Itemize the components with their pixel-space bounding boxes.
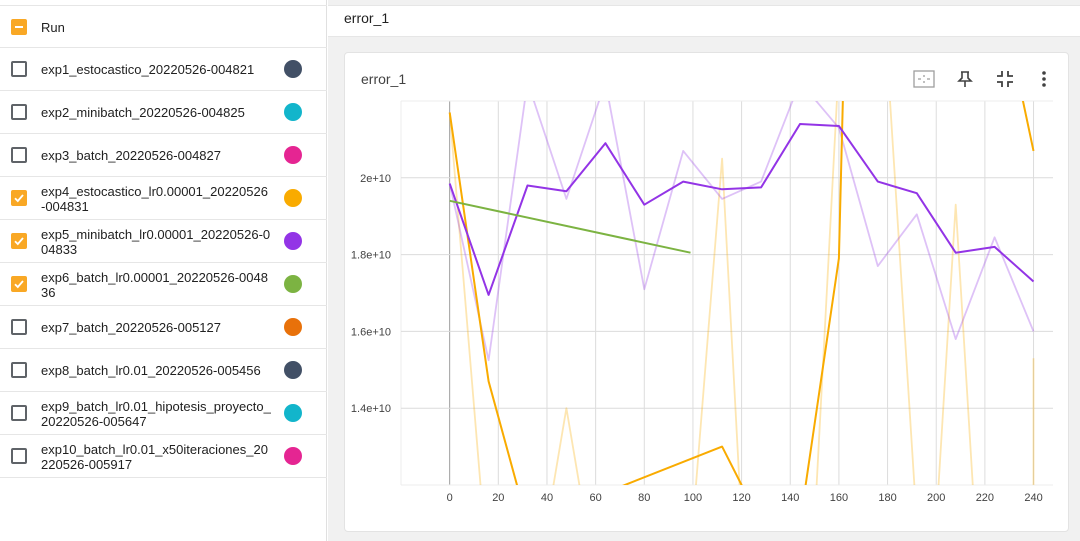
x-tick-label: 200	[927, 492, 945, 504]
y-tick-label: 1.6e+10	[351, 326, 391, 338]
run-row[interactable]: exp8_batch_lr0.01_20220526-005456	[0, 349, 327, 392]
run-color-swatch[interactable]	[284, 189, 302, 207]
x-tick-label: 180	[878, 492, 896, 504]
y-tick-label: 1.4e+10	[351, 403, 391, 415]
run-color-swatch[interactable]	[284, 60, 302, 78]
group-title: error_1	[344, 10, 390, 26]
run-name: exp6_batch_lr0.00001_20220526-004836	[41, 270, 268, 300]
run-color-swatch[interactable]	[284, 318, 302, 336]
run-checkbox[interactable]	[11, 362, 27, 378]
x-tick-label: 0	[447, 492, 453, 504]
x-tick-label: 120	[732, 492, 750, 504]
run-row[interactable]: exp4_estocastico_lr0.00001_20220526-0048…	[0, 177, 327, 220]
run-color-swatch[interactable]	[284, 404, 302, 422]
run-name: exp3_batch_20220526-004827	[41, 148, 222, 163]
x-tick-label: 100	[684, 492, 702, 504]
run-row[interactable]: exp1_estocastico_20220526-004821	[0, 48, 327, 91]
run-row[interactable]: exp6_batch_lr0.00001_20220526-004836	[0, 263, 327, 306]
x-tick-label: 60	[590, 492, 602, 504]
run-name: exp9_batch_lr0.01_hipotesis_proyecto_202…	[41, 399, 271, 429]
run-checkbox[interactable]	[11, 319, 27, 335]
run-list: Run exp1_estocastico_20220526-004821 exp2…	[0, 0, 327, 541]
run-row[interactable]: exp7_batch_20220526-005127	[0, 306, 327, 349]
run-row[interactable]: exp5_minibatch_lr0.00001_20220526-004833	[0, 220, 327, 263]
x-tick-label: 160	[830, 492, 848, 504]
run-color-swatch[interactable]	[284, 232, 302, 250]
run-color-swatch[interactable]	[284, 275, 302, 293]
run-column-header: Run	[41, 20, 65, 35]
run-row[interactable]: exp3_batch_20220526-004827	[0, 134, 327, 177]
run-checkbox[interactable]	[11, 190, 27, 206]
run-checkbox[interactable]	[11, 61, 27, 77]
run-row[interactable]: exp2_minibatch_20220526-004825	[0, 91, 327, 134]
line-chart[interactable]: 1.4e+10 1.6e+10 1.8e+10 2e+10 0 20 40 60 80 100 1…	[345, 53, 1070, 531]
run-checkbox[interactable]	[11, 276, 27, 292]
x-tick-label: 220	[976, 492, 994, 504]
x-tick-label: 240	[1024, 492, 1042, 504]
run-color-swatch[interactable]	[284, 103, 302, 121]
check-icon	[14, 194, 24, 203]
run-color-swatch[interactable]	[284, 447, 302, 465]
run-checkbox[interactable]	[11, 448, 27, 464]
run-name: exp5_minibatch_lr0.00001_20220526-004833	[41, 227, 271, 257]
x-axis: 0 20 40 60 80 100 120 140 160 180 200 220 240	[447, 492, 1043, 504]
check-icon	[14, 237, 24, 246]
x-tick-label: 80	[638, 492, 650, 504]
select-all-checkbox[interactable]	[11, 19, 27, 35]
run-name: exp8_batch_lr0.01_20220526-005456	[41, 363, 261, 378]
x-tick-label: 20	[492, 492, 504, 504]
run-row[interactable]: exp10_batch_lr0.01_x50iteraciones_202205…	[0, 435, 327, 478]
run-color-swatch[interactable]	[284, 146, 302, 164]
y-tick-label: 1.8e+10	[351, 250, 391, 262]
x-tick-label: 140	[781, 492, 799, 504]
scalar-card: error_1 1.4e+10 1.6e+10 1.8e+10 2e+10 0 …	[344, 52, 1069, 532]
run-checkbox[interactable]	[11, 104, 27, 120]
run-checkbox[interactable]	[11, 147, 27, 163]
y-axis: 1.4e+10 1.6e+10 1.8e+10 2e+10	[351, 173, 391, 415]
run-name: exp2_minibatch_20220526-004825	[41, 105, 245, 120]
run-name: exp4_estocastico_lr0.00001_20220526-0048…	[41, 184, 268, 214]
run-checkbox[interactable]	[11, 405, 27, 421]
check-icon	[14, 280, 24, 289]
run-color-swatch[interactable]	[284, 361, 302, 379]
run-name: exp1_estocastico_20220526-004821	[41, 62, 255, 77]
y-tick-label: 2e+10	[360, 173, 391, 185]
run-list-header: Run	[0, 5, 327, 48]
run-name: exp7_batch_20220526-005127	[41, 320, 222, 335]
run-row[interactable]: exp9_batch_lr0.01_hipotesis_proyecto_202…	[0, 392, 327, 435]
card-group-header[interactable]: error_1	[328, 5, 1080, 37]
run-checkbox[interactable]	[11, 233, 27, 249]
run-name: exp10_batch_lr0.01_x50iteraciones_202205…	[41, 442, 268, 472]
main-panel: error_1 error_1 1.4e+10 1.6e+10 1.8e+10 …	[328, 0, 1080, 541]
x-tick-label: 40	[541, 492, 553, 504]
